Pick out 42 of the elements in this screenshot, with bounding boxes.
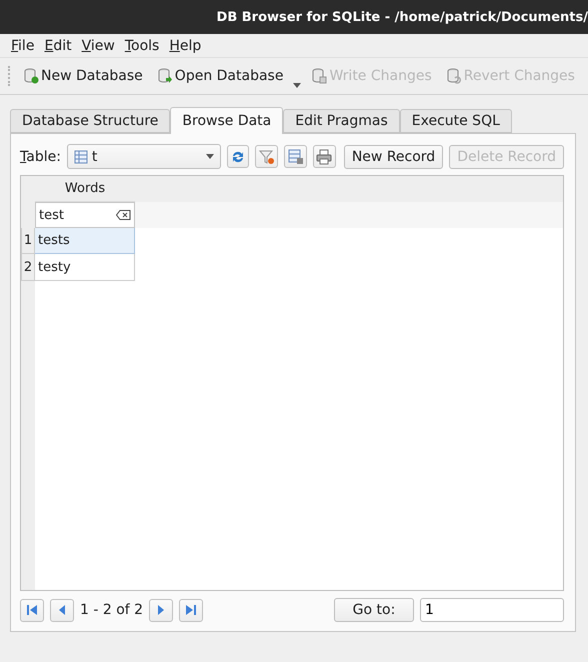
filter-field[interactable]: test bbox=[35, 202, 135, 228]
toolbar-button[interactable]: Open Database bbox=[152, 62, 288, 90]
row-number: 2 bbox=[21, 254, 35, 281]
last-page-icon bbox=[184, 603, 198, 617]
print-button[interactable] bbox=[313, 145, 336, 168]
menu-item[interactable]: Tools bbox=[120, 38, 164, 54]
save-table-button[interactable] bbox=[284, 145, 308, 168]
toolbar-button[interactable]: New Database bbox=[19, 62, 147, 90]
table-select[interactable]: t bbox=[66, 144, 221, 169]
dropdown-arrow-icon[interactable] bbox=[293, 83, 302, 88]
caret-icon bbox=[206, 154, 214, 159]
table-icon bbox=[74, 150, 88, 164]
tab[interactable]: Browse Data bbox=[170, 107, 284, 134]
clear-filter-button[interactable] bbox=[255, 145, 278, 168]
menu-item[interactable]: Help bbox=[164, 38, 206, 54]
menu-item[interactable]: File bbox=[6, 38, 40, 54]
tab[interactable]: Database Structure bbox=[10, 109, 170, 133]
last-page-button[interactable] bbox=[179, 598, 204, 622]
row-number: 1 bbox=[21, 228, 35, 254]
clear-icon bbox=[116, 210, 131, 220]
new-record-button[interactable]: New Record bbox=[344, 144, 444, 168]
table-cell[interactable]: testy bbox=[35, 254, 135, 281]
database-revert-icon bbox=[446, 68, 462, 84]
database-add-icon bbox=[23, 68, 39, 84]
refresh-button[interactable] bbox=[226, 145, 250, 168]
tab[interactable]: Execute SQL bbox=[400, 109, 512, 133]
menu-item[interactable]: Edit bbox=[39, 38, 77, 54]
record-range: 1 - 2 of 2 bbox=[80, 602, 144, 618]
previous-page-button[interactable] bbox=[50, 598, 74, 622]
database-save-icon bbox=[311, 68, 328, 84]
window-title: DB Browser for SQLite - /home/patrick/Documents/ bbox=[216, 10, 588, 24]
first-page-button[interactable] bbox=[20, 598, 44, 622]
go-to-button[interactable]: Go to: bbox=[334, 598, 414, 622]
menu-item[interactable]: View bbox=[76, 38, 120, 54]
first-page-icon bbox=[25, 603, 39, 617]
database-open-icon bbox=[156, 68, 173, 84]
go-to-field[interactable]: 1 bbox=[420, 598, 564, 622]
column-header[interactable]: Words bbox=[35, 176, 135, 202]
table-label: Table: bbox=[20, 148, 61, 164]
tab[interactable]: Edit Pragmas bbox=[283, 109, 400, 133]
table-cell[interactable]: tests bbox=[35, 228, 135, 254]
next-page-button[interactable] bbox=[149, 598, 174, 622]
